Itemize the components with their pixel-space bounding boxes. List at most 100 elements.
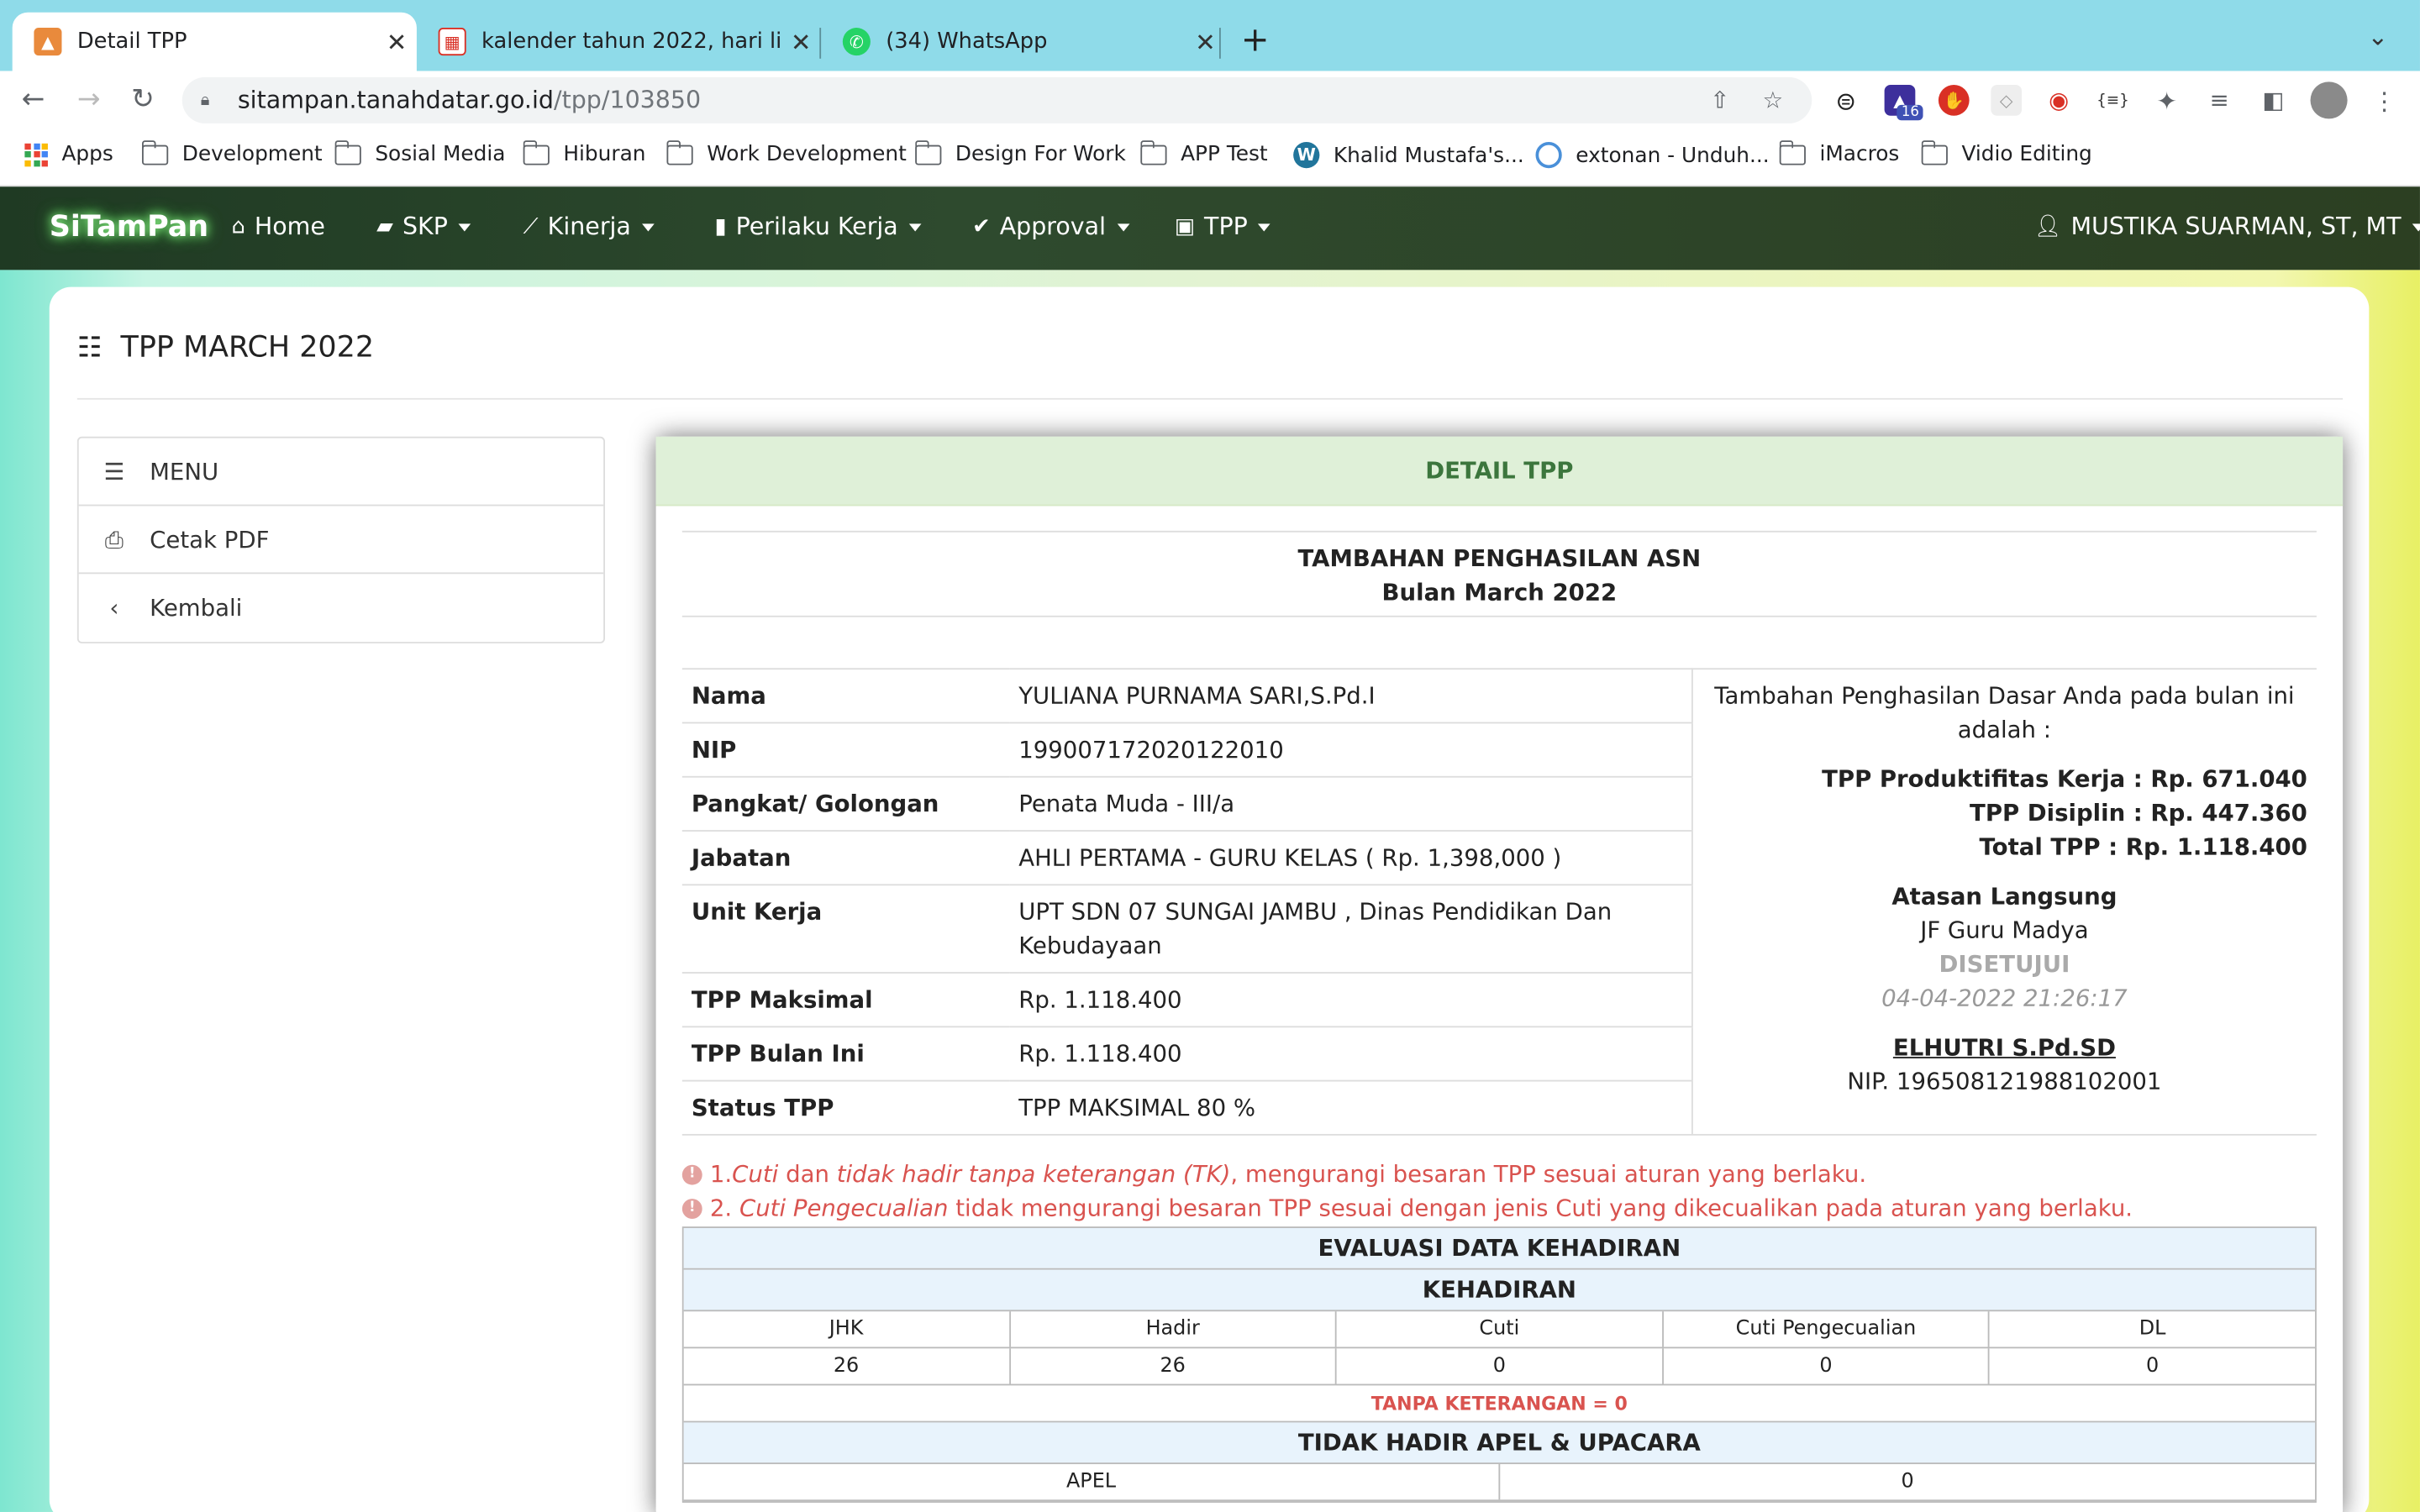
browser-toolbar: ← → ↻ 🔒︎ sitampan.tanahdatar.go.id/tpp/1… <box>0 71 2420 130</box>
nav-skp[interactable]: ▰ SKP <box>376 213 471 241</box>
printer-icon: ⎙ <box>104 525 124 554</box>
approval-timestamp: 04-04-2022 21:26:17 <box>1881 984 2128 1012</box>
bookmark-extonan[interactable]: extonan - Unduh... <box>1535 141 1770 169</box>
book-icon: ▰ <box>376 214 393 239</box>
folder-icon <box>522 139 550 165</box>
note-text: tidak mengurangi besaran TPP sesuai deng… <box>948 1194 2133 1222</box>
col-header: Cuti Pengecualian <box>1664 1311 1991 1347</box>
menu-item-kembali[interactable]: ‹ Kembali <box>79 574 603 642</box>
forward-arrow-icon[interactable]: → <box>77 83 101 116</box>
whatsapp-favicon-icon: ✆ <box>842 28 871 56</box>
check-icon: ✔ <box>972 214 991 239</box>
menu-item-label: Cetak PDF <box>150 525 270 554</box>
info-table: Nama YULIANA PURNAMA SARI,S.Pd.I Tambahan … <box>681 668 2317 1134</box>
note-2: ! 2. Cuti Pengecualian tidak mengurangi … <box>681 1194 2133 1222</box>
tab-detail-tpp[interactable]: ▲ Detail TPP ✕ <box>12 12 417 71</box>
info-label: TPP Bulan Ini <box>681 1026 1010 1081</box>
apps-grid-icon <box>24 142 48 166</box>
page-title: ☷ TPP MARCH 2022 <box>77 330 374 364</box>
col-header: Hadir <box>1010 1311 1337 1347</box>
bookmark-folder[interactable]: Sosial Media <box>334 139 506 167</box>
bookmark-folder[interactable]: Hiburan <box>522 139 646 167</box>
note-text: 2. <box>709 1194 739 1222</box>
tab-whatsapp[interactable]: ✆ (34) WhatsApp ✕ <box>821 13 1225 71</box>
info-value: Rp. 1.118.400 <box>1009 1026 1692 1081</box>
folder-icon <box>1139 139 1167 165</box>
exclamation-circle-icon: ! <box>681 1198 702 1219</box>
extension-json-icon[interactable]: {≡} <box>2096 85 2129 116</box>
list-alt-icon: ☷ <box>76 330 103 364</box>
bookmark-folder[interactable]: Design For Work <box>914 139 1126 166</box>
note-text: Cuti Pengecualian <box>739 1194 949 1222</box>
nav-approval[interactable]: ✔ Approval <box>972 213 1129 241</box>
info-value: AHLI PERTAMA - GURU KELAS ( Rp. 1,398,00… <box>1009 830 1692 885</box>
divider <box>76 397 2344 400</box>
extension-eye-off-icon[interactable]: ◉ <box>2043 85 2075 116</box>
bookmark-folder[interactable]: APP Test <box>1139 139 1268 167</box>
info-label: Nama <box>681 668 1010 723</box>
bookmark-apps[interactable]: Apps <box>24 142 113 166</box>
lock-icon: 🔒︎ <box>200 89 210 110</box>
nav-perilaku-kerja[interactable]: ▮ Perilaku Kerja <box>714 213 922 241</box>
browser-tabstrip: ▲ Detail TPP ✕ ▦ kalender tahun 2022, ha… <box>0 0 2420 71</box>
bookmark-wordpress[interactable]: W Khalid Mustafa's... <box>1293 141 1524 169</box>
bookmark-label: Hiburan <box>563 141 646 167</box>
bookmark-folder[interactable]: Development <box>141 139 323 167</box>
info-label: Jabatan <box>681 830 1010 885</box>
folder-icon <box>1778 139 1806 165</box>
bookmark-star-icon[interactable]: ☆ <box>1763 87 1784 114</box>
bookmark-folder[interactable]: Work Development <box>666 139 907 167</box>
nav-kinerja[interactable]: ⟋ Kinerja <box>523 213 655 241</box>
tab-title: Detail TPP <box>76 29 187 55</box>
extensions-puzzle-icon[interactable]: ✦ <box>2151 85 2183 116</box>
share-icon[interactable]: ⇧ <box>1710 87 1729 114</box>
info-value: Rp. 1.118.400 <box>1009 972 1692 1027</box>
tab-title: (34) WhatsApp <box>886 29 1048 55</box>
extension-link-icon[interactable]: ⊜ <box>1830 85 1861 116</box>
approval-status: DISETUJUI <box>1939 950 2070 979</box>
caret-down-icon <box>458 223 471 231</box>
bookmark-folder[interactable]: Vidio Editing <box>1920 139 2092 166</box>
note-text: Cuti <box>732 1160 779 1189</box>
tab-separator <box>1218 28 1221 59</box>
reload-icon[interactable]: ↻ <box>131 83 155 116</box>
menu-item-cetak-pdf[interactable]: ⎙ Cetak PDF <box>78 506 604 575</box>
info-label: Status TPP <box>681 1079 1010 1134</box>
bookmark-label: Apps <box>61 141 113 167</box>
atasan-label: Atasan Langsung <box>1891 882 2118 911</box>
brand-logo[interactable]: SiTamPan <box>50 210 208 244</box>
tpp-summary: Tambahan Penghasilan Dasar Anda pada bul… <box>1691 668 2317 1134</box>
close-tab-icon[interactable]: ✕ <box>781 27 821 56</box>
profile-avatar[interactable] <box>2310 81 2348 119</box>
detail-panel: DETAIL TPP TAMBAHAN PENGHASILAN ASN Bula… <box>655 436 2344 1512</box>
nav-user-menu[interactable]: 👤︎ MUSTIKA SUARMAN, ST, MT <box>2034 213 2420 241</box>
bookmark-label: Work Development <box>707 141 907 167</box>
bookmark-label: Development <box>182 141 323 167</box>
nav-tpp[interactable]: ▣ TPP <box>1175 213 1271 241</box>
tab-kalender[interactable]: ▦ kalender tahun 2022, hari libur ✕ <box>417 13 821 71</box>
caret-down-icon <box>2412 223 2420 231</box>
extension-adblock-icon[interactable]: ✋ <box>1938 85 1970 116</box>
apel-label: APEL <box>684 1464 1501 1500</box>
side-panel-icon[interactable]: ◧ <box>2258 85 2289 116</box>
more-menu-icon[interactable]: ⋮ <box>2369 85 2401 116</box>
close-tab-icon[interactable]: ✕ <box>376 27 417 56</box>
bookmark-label: APP Test <box>1181 141 1268 167</box>
nav-home[interactable]: ⌂ Home <box>232 213 325 240</box>
back-arrow-icon[interactable]: ← <box>22 83 45 116</box>
bookmark-label: Khalid Mustafa's... <box>1333 142 1524 168</box>
apel-row: APEL 0 <box>683 1464 2316 1502</box>
detail-heading: TAMBAHAN PENGHASILAN ASN Bulan March 202… <box>682 542 2317 610</box>
menu-header-label: MENU <box>150 457 219 486</box>
new-tab-button[interactable]: + <box>1241 22 1270 60</box>
address-bar[interactable]: 🔒︎ sitampan.tanahdatar.go.id/tpp/103850 … <box>182 76 1812 123</box>
bookmark-folder[interactable]: iMacros <box>1778 139 1899 166</box>
col-header: Cuti <box>1337 1311 1664 1347</box>
extension-grey-icon[interactable]: ◇ <box>1991 85 2023 116</box>
col-header: JHK <box>684 1311 1011 1347</box>
bookmark-label: Sosial Media <box>375 141 506 167</box>
info-label: Pangkat/ Golongan <box>681 775 1010 832</box>
divider <box>681 615 2317 617</box>
media-control-icon[interactable]: ≡ <box>2203 85 2235 116</box>
tab-search-chevron-icon[interactable]: ⌄ <box>2367 22 2388 51</box>
